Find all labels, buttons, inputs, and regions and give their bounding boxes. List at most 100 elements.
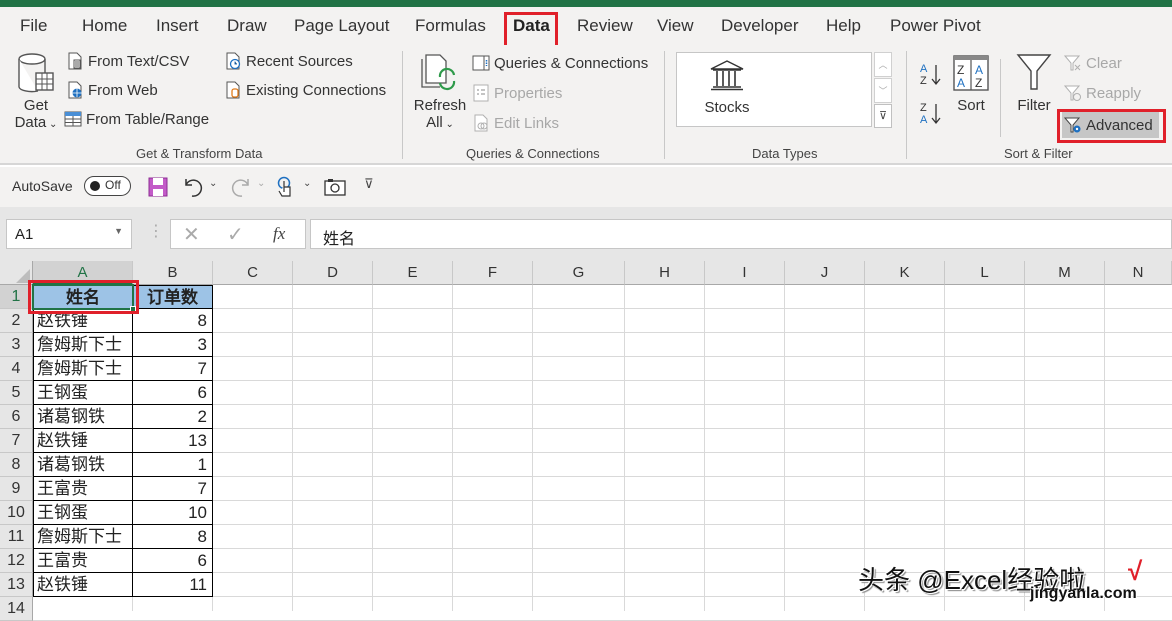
gallery-scroll-up[interactable]: ︿ bbox=[874, 52, 892, 77]
gallery-scroll-down[interactable]: ﹀ bbox=[874, 78, 892, 103]
row-header-3[interactable]: 3 bbox=[0, 333, 33, 357]
sort-button[interactable]: Z A A Z Sort bbox=[952, 55, 990, 125]
column-header-a[interactable]: A bbox=[33, 261, 133, 285]
get-data-button[interactable]: Get Data ⌄ bbox=[12, 53, 60, 137]
save-icon[interactable] bbox=[148, 177, 168, 197]
filter-button[interactable]: Filter bbox=[1012, 53, 1056, 127]
cell-name[interactable]: 王钢蛋 bbox=[33, 381, 133, 405]
formula-bar-grip-icon[interactable]: ⋮ bbox=[148, 221, 164, 241]
cell-orders[interactable]: 8 bbox=[133, 309, 213, 333]
tab-review[interactable]: Review bbox=[577, 16, 633, 36]
row-header-9[interactable]: 9 bbox=[0, 477, 33, 501]
enter-icon[interactable]: ✓ bbox=[227, 222, 244, 247]
column-header-n[interactable]: N bbox=[1105, 261, 1172, 285]
row-header-11[interactable]: 11 bbox=[0, 525, 33, 549]
column-header-f[interactable]: F bbox=[453, 261, 533, 285]
cell-orders[interactable]: 13 bbox=[133, 429, 213, 453]
name-box[interactable]: A1 ▼ bbox=[6, 219, 132, 249]
column-header-e[interactable]: E bbox=[373, 261, 453, 285]
cell-orders[interactable]: 6 bbox=[133, 549, 213, 573]
row-header-10[interactable]: 10 bbox=[0, 501, 33, 525]
cell-name[interactable]: 詹姆斯下士 bbox=[33, 525, 133, 549]
header-cell-name[interactable]: 姓名 bbox=[33, 285, 133, 309]
touch-mode-dropdown-icon[interactable]: ⌄ bbox=[303, 178, 311, 189]
edit-links-button[interactable]: Edit Links bbox=[472, 114, 559, 132]
tab-view[interactable]: View bbox=[657, 16, 694, 36]
refresh-all-button[interactable]: Refresh All ⌄ bbox=[412, 53, 468, 137]
row-header-14[interactable]: 14 bbox=[0, 597, 33, 621]
cell-name[interactable]: 王钢蛋 bbox=[33, 501, 133, 525]
cell-orders[interactable]: 3 bbox=[133, 333, 213, 357]
recent-sources-button[interactable]: Recent Sources bbox=[224, 52, 353, 70]
tab-data[interactable]: Data bbox=[513, 16, 550, 36]
cell-name[interactable]: 詹姆斯下士 bbox=[33, 357, 133, 381]
row-header-2[interactable]: 2 bbox=[0, 309, 33, 333]
column-header-j[interactable]: J bbox=[785, 261, 865, 285]
tab-formulas[interactable]: Formulas bbox=[415, 16, 486, 36]
column-header-g[interactable]: G bbox=[533, 261, 625, 285]
tab-developer[interactable]: Developer bbox=[721, 16, 799, 36]
from-web-button[interactable]: From Web bbox=[66, 81, 158, 99]
row-header-13[interactable]: 13 bbox=[0, 573, 33, 597]
cell-orders[interactable]: 1 bbox=[133, 453, 213, 477]
redo-icon[interactable] bbox=[230, 176, 252, 198]
insert-function-icon[interactable]: fx bbox=[273, 224, 285, 244]
cell-name[interactable]: 赵铁锤 bbox=[33, 573, 133, 597]
row-header-8[interactable]: 8 bbox=[0, 453, 33, 477]
sort-a-to-z-button[interactable]: A Z bbox=[918, 61, 944, 89]
cancel-icon[interactable]: ✕ bbox=[183, 222, 200, 247]
row-header-5[interactable]: 5 bbox=[0, 381, 33, 405]
column-header-h[interactable]: H bbox=[625, 261, 705, 285]
row-header-1[interactable]: 1 bbox=[0, 285, 33, 309]
row-header-4[interactable]: 4 bbox=[0, 357, 33, 381]
cell-orders[interactable]: 7 bbox=[133, 357, 213, 381]
cell-name[interactable]: 赵铁锤 bbox=[33, 309, 133, 333]
cell-name[interactable]: 詹姆斯下士 bbox=[33, 333, 133, 357]
tab-help[interactable]: Help bbox=[826, 16, 861, 36]
select-all-corner[interactable] bbox=[0, 261, 33, 285]
header-cell-orders[interactable]: 订单数 bbox=[133, 285, 213, 309]
cell-orders[interactable]: 8 bbox=[133, 525, 213, 549]
column-header-b[interactable]: B bbox=[133, 261, 213, 285]
stocks-button[interactable]: Stocks bbox=[697, 59, 757, 116]
tab-home[interactable]: Home bbox=[82, 16, 127, 36]
cell-name[interactable]: 诸葛钢铁 bbox=[33, 453, 133, 477]
customize-qat-icon[interactable]: ⊽ bbox=[364, 176, 374, 192]
column-header-d[interactable]: D bbox=[293, 261, 373, 285]
row-header-6[interactable]: 6 bbox=[0, 405, 33, 429]
cell-name[interactable]: 王富贵 bbox=[33, 549, 133, 573]
cell-orders[interactable]: 6 bbox=[133, 381, 213, 405]
column-header-i[interactable]: I bbox=[705, 261, 785, 285]
name-box-dropdown-icon[interactable]: ▼ bbox=[114, 226, 123, 236]
gallery-expand[interactable]: ⊽ bbox=[874, 104, 892, 128]
cell-orders[interactable]: 10 bbox=[133, 501, 213, 525]
undo-dropdown-icon[interactable]: ⌄ bbox=[209, 178, 217, 189]
column-header-l[interactable]: L bbox=[945, 261, 1025, 285]
column-header-c[interactable]: C bbox=[213, 261, 293, 285]
row-header-7[interactable]: 7 bbox=[0, 429, 33, 453]
cell-orders[interactable]: 11 bbox=[133, 573, 213, 597]
autosave-toggle[interactable]: Off bbox=[84, 176, 131, 196]
touch-mode-icon[interactable] bbox=[276, 176, 294, 198]
cell-name[interactable]: 诸葛钢铁 bbox=[33, 405, 133, 429]
cell-name[interactable]: 赵铁锤 bbox=[33, 429, 133, 453]
tab-file[interactable]: File bbox=[20, 16, 47, 36]
tab-page-layout[interactable]: Page Layout bbox=[294, 16, 389, 36]
reapply-button[interactable]: Reapply bbox=[1064, 84, 1141, 102]
column-header-m[interactable]: M bbox=[1025, 261, 1105, 285]
advanced-filter-button[interactable]: Advanced bbox=[1062, 112, 1159, 138]
camera-icon[interactable] bbox=[324, 178, 346, 196]
redo-dropdown-icon[interactable]: ⌄ bbox=[257, 178, 265, 189]
column-header-k[interactable]: K bbox=[865, 261, 945, 285]
row-header-12[interactable]: 12 bbox=[0, 549, 33, 573]
sort-z-to-a-button[interactable]: Z A bbox=[918, 100, 944, 128]
tab-draw[interactable]: Draw bbox=[227, 16, 267, 36]
properties-button[interactable]: Properties bbox=[472, 84, 562, 102]
queries-connections-button[interactable]: Queries & Connections bbox=[472, 54, 648, 72]
existing-connections-button[interactable]: Existing Connections bbox=[224, 81, 386, 99]
tab-insert[interactable]: Insert bbox=[156, 16, 199, 36]
formula-input[interactable]: 姓名 bbox=[310, 219, 1172, 249]
cell-orders[interactable]: 2 bbox=[133, 405, 213, 429]
from-table-range-button[interactable]: From Table/Range bbox=[64, 110, 209, 128]
clear-filter-button[interactable]: Clear bbox=[1064, 54, 1122, 72]
